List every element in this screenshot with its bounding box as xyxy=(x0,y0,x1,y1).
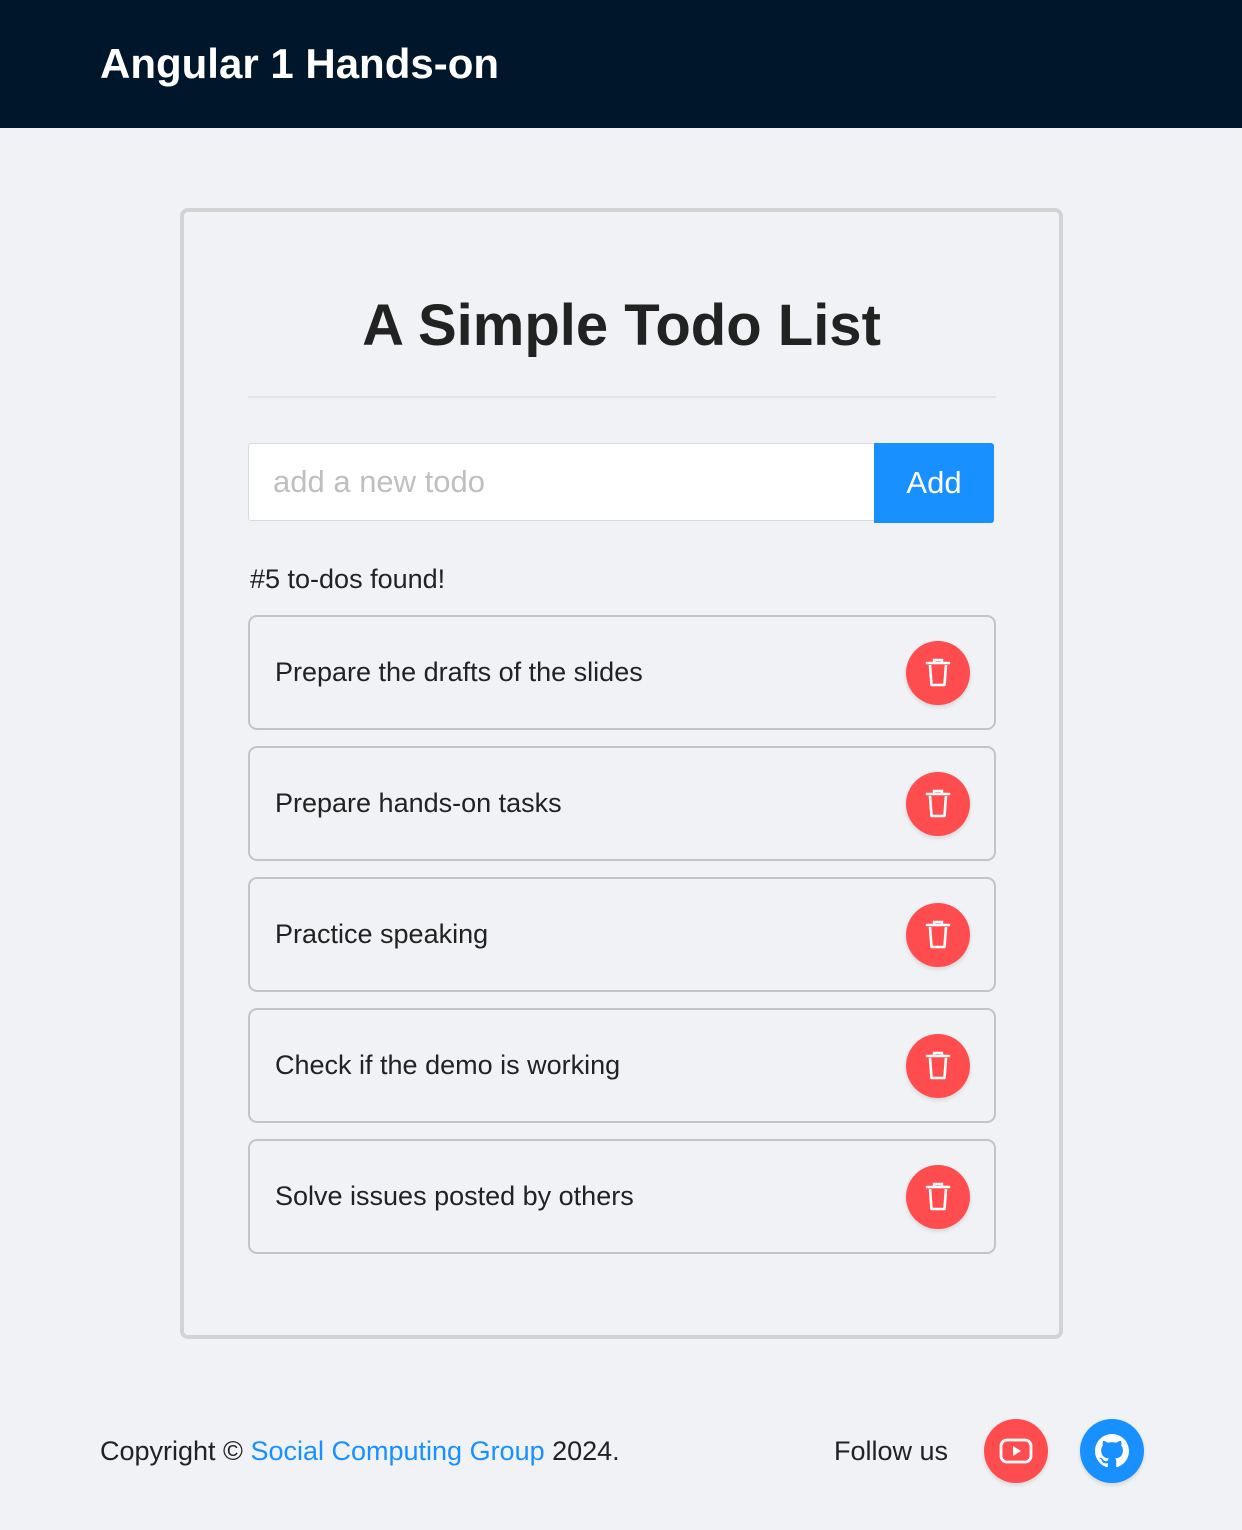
github-button[interactable] xyxy=(1080,1419,1144,1483)
trash-icon xyxy=(925,658,951,687)
youtube-button[interactable] xyxy=(984,1419,1048,1483)
follow-label: Follow us xyxy=(834,1436,949,1466)
todo-card: A Simple Todo List Add #5 to-dos found! … xyxy=(180,208,1063,1339)
trash-icon xyxy=(925,1051,951,1080)
todo-count: #5 to-dos found! xyxy=(250,564,446,594)
youtube-icon xyxy=(999,1438,1033,1464)
app-title[interactable]: Angular 1 Hands-on xyxy=(100,38,499,90)
todo-text: Practice speaking xyxy=(275,919,489,949)
trash-icon xyxy=(925,920,951,949)
copyright-year: 2024. xyxy=(544,1436,620,1466)
github-icon xyxy=(1095,1434,1129,1468)
delete-button[interactable] xyxy=(906,772,970,836)
todo-item: Prepare hands-on tasks xyxy=(248,746,996,861)
delete-button[interactable] xyxy=(906,641,970,705)
copyright-prefix: Copyright © xyxy=(100,1436,251,1466)
trash-icon xyxy=(925,789,951,818)
new-todo-input[interactable] xyxy=(248,443,874,521)
todo-text: Prepare hands-on tasks xyxy=(275,788,562,818)
todo-text: Solve issues posted by others xyxy=(275,1181,634,1211)
page-title: A Simple Todo List xyxy=(362,293,881,358)
add-button[interactable]: Add xyxy=(874,443,994,523)
todo-text: Prepare the drafts of the slides xyxy=(275,657,643,687)
todo-item: Solve issues posted by others xyxy=(248,1139,996,1254)
trash-icon xyxy=(925,1182,951,1211)
org-link[interactable]: Social Computing Group xyxy=(250,1436,544,1466)
delete-button[interactable] xyxy=(906,903,970,967)
todo-text: Check if the demo is working xyxy=(275,1050,621,1080)
top-navbar: Angular 1 Hands-on xyxy=(0,0,1242,128)
divider xyxy=(248,396,996,398)
todo-item: Prepare the drafts of the slides xyxy=(248,615,996,730)
todo-item: Check if the demo is working xyxy=(248,1008,996,1123)
delete-button[interactable] xyxy=(906,1165,970,1229)
todo-list: Prepare the drafts of the slides Prepare… xyxy=(248,615,996,1270)
todo-item: Practice speaking xyxy=(248,877,996,992)
delete-button[interactable] xyxy=(906,1034,970,1098)
copyright-text: Copyright © Social Computing Group 2024. xyxy=(100,1434,620,1468)
